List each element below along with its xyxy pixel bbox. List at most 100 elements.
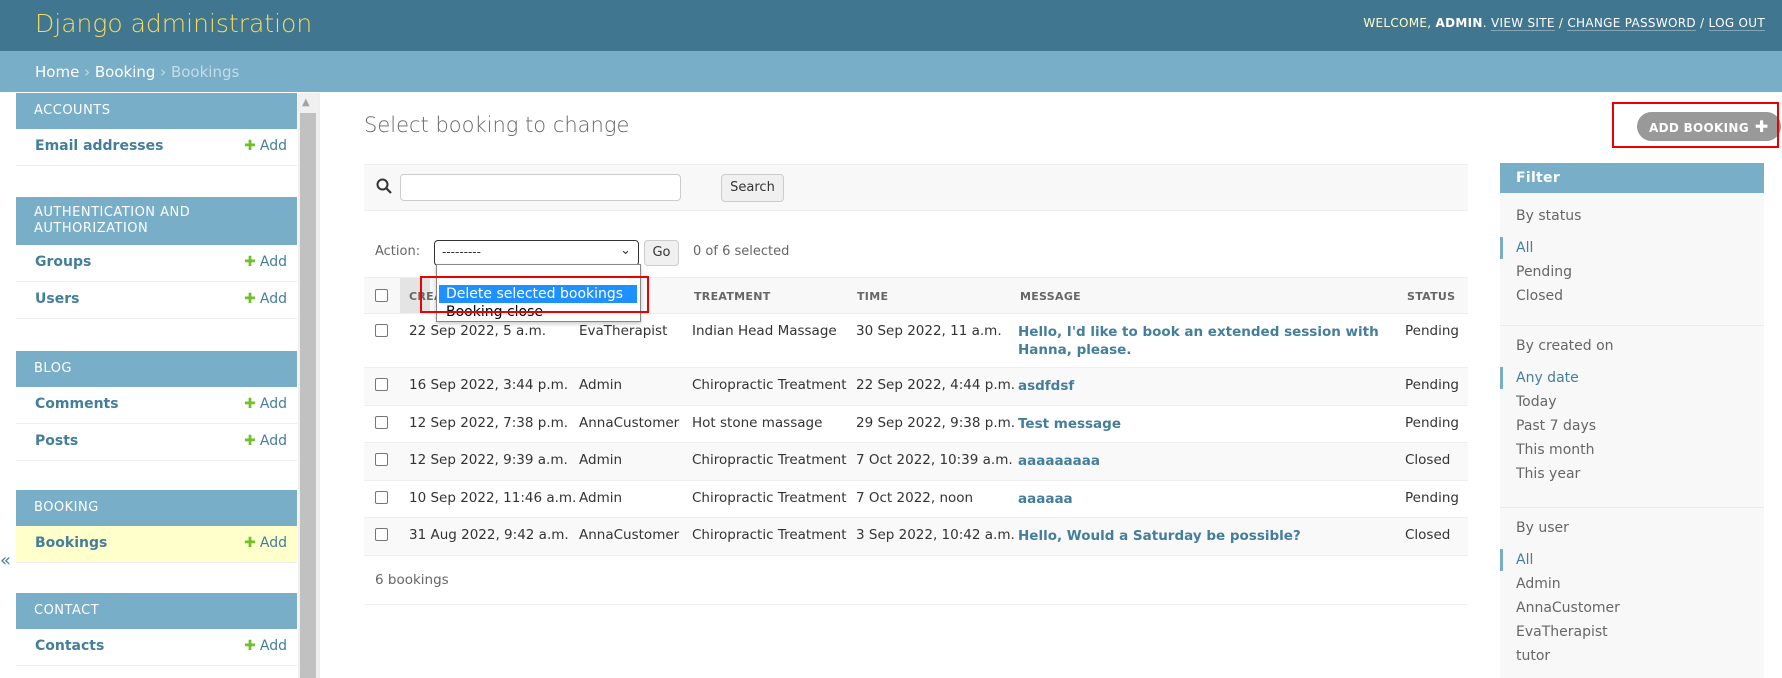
nav-sidebar: Accounts Email addresses ✚ Add Authentica…	[16, 93, 297, 678]
message-link[interactable]: Hello, Would a Saturday be possible?	[1018, 528, 1301, 544]
sidebar-scrollbar[interactable]: ▲	[298, 93, 318, 678]
model-link[interactable]: Users	[35, 291, 79, 307]
table-row: 10 Sep 2022, 11:46 a.m. Admin Chiropract…	[364, 481, 1468, 518]
module-blog: Blog Comments ✚ Add Posts ✚ Add	[16, 351, 297, 461]
module-caption[interactable]: Accounts	[16, 93, 297, 129]
model-link[interactable]: Email addresses	[35, 138, 163, 154]
breadcrumb-separator: ›	[160, 63, 167, 81]
filter-option[interactable]: Pending	[1516, 264, 1572, 280]
toggle-nav-sidebar[interactable]: «	[0, 550, 11, 571]
cell-treatment: Indian Head Massage	[692, 323, 837, 339]
column-header-message[interactable]: Message	[1020, 290, 1081, 303]
view-site-link[interactable]: View site	[1490, 16, 1555, 31]
action-select[interactable]: --------- ⌄	[434, 240, 639, 266]
sidebar-item-contacts: Contacts ✚ Add	[16, 629, 297, 666]
filter-section-status: By status All Pending Closed	[1499, 193, 1764, 326]
filter-option[interactable]: This year	[1516, 466, 1580, 482]
cell-user: EvaTherapist	[579, 323, 668, 339]
module-booking: Booking Bookings ✚ Add	[16, 490, 297, 563]
select-all-checkbox[interactable]	[375, 289, 388, 302]
filter-option[interactable]: Today	[1516, 394, 1557, 410]
sidebar-item-bookings: Bookings ✚ Add	[16, 526, 297, 563]
add-link[interactable]: ✚ Add	[244, 396, 287, 412]
filter-option[interactable]: tutor	[1516, 648, 1550, 664]
add-link[interactable]: ✚ Add	[244, 138, 287, 154]
row-checkbox[interactable]	[375, 378, 388, 391]
add-label: Add	[259, 291, 287, 307]
message-link[interactable]: aaaaaaaaa	[1018, 453, 1100, 469]
cell-time: 29 Sep 2022, 9:38 p.m.	[856, 415, 1016, 431]
module-contact: Contact Contacts ✚ Add	[16, 593, 297, 666]
column-header-treatment[interactable]: Treatment	[694, 290, 771, 303]
cell-created: 10 Sep 2022, 11:46 a.m.	[409, 490, 577, 506]
sidebar-item-users: Users ✚ Add	[16, 282, 297, 319]
cell-user: Admin	[579, 377, 623, 393]
add-link[interactable]: ✚ Add	[244, 535, 287, 551]
filter-option[interactable]: This month	[1516, 442, 1595, 458]
plus-icon: ✚	[244, 535, 256, 551]
column-header-status[interactable]: Status	[1407, 290, 1455, 303]
row-checkbox[interactable]	[375, 491, 388, 504]
module-caption[interactable]: Authentication and Authorization	[16, 197, 297, 245]
model-link[interactable]: Groups	[35, 254, 91, 270]
module-caption[interactable]: Blog	[16, 351, 297, 387]
filter-option[interactable]: All	[1499, 237, 1533, 259]
model-link[interactable]: Comments	[35, 396, 119, 412]
cell-created: 16 Sep 2022, 3:44 p.m.	[409, 377, 569, 393]
filter-option[interactable]: Closed	[1516, 288, 1563, 304]
row-checkbox[interactable]	[375, 324, 388, 337]
row-checkbox[interactable]	[375, 528, 388, 541]
filter-option[interactable]: EvaTherapist	[1516, 624, 1608, 640]
add-label: Add	[259, 433, 287, 449]
sidebar-item-posts: Posts ✚ Add	[16, 424, 297, 461]
model-link[interactable]: Contacts	[35, 638, 104, 654]
scroll-up-icon[interactable]: ▲	[302, 97, 310, 108]
filter-heading: By status	[1516, 208, 1582, 224]
cell-treatment: Hot stone massage	[692, 415, 823, 431]
filter-panel: Filter By status All Pending Closed By c…	[1499, 163, 1764, 678]
search-button[interactable]: Search	[721, 174, 784, 202]
change-password-link[interactable]: Change password	[1567, 16, 1696, 31]
table-row: 12 Sep 2022, 7:38 p.m. AnnaCustomer Hot …	[364, 406, 1468, 443]
message-link[interactable]: aaaaaa	[1018, 491, 1073, 507]
model-link[interactable]: Posts	[35, 433, 78, 449]
cell-time: 7 Oct 2022, 10:39 a.m.	[856, 452, 1013, 468]
row-checkbox[interactable]	[375, 453, 388, 466]
filter-option[interactable]: Admin	[1516, 576, 1561, 592]
search-input[interactable]	[400, 174, 681, 201]
sidebar-item-email-addresses: Email addresses ✚ Add	[16, 129, 297, 166]
module-caption[interactable]: Booking	[16, 490, 297, 526]
filter-option[interactable]: AnnaCustomer	[1516, 600, 1620, 616]
filter-option[interactable]: Past 7 days	[1516, 418, 1596, 434]
search-icon	[376, 178, 392, 194]
model-link[interactable]: Bookings	[35, 535, 107, 551]
message-link[interactable]: asdfdsf	[1018, 378, 1074, 394]
message-link[interactable]: Hello, I'd like to book an extended sess…	[1018, 324, 1379, 358]
cell-time: 7 Oct 2022, noon	[856, 490, 974, 506]
filter-option[interactable]: All	[1499, 549, 1533, 571]
filter-option[interactable]: Any date	[1500, 367, 1579, 389]
plus-icon: ✚	[244, 291, 256, 307]
add-link[interactable]: ✚ Add	[244, 254, 287, 270]
log-out-link[interactable]: Log out	[1708, 16, 1765, 31]
module-caption[interactable]: Contact	[16, 593, 297, 629]
scrollbar-thumb[interactable]	[300, 113, 316, 678]
site-branding[interactable]: Django administration	[35, 9, 312, 38]
highlight-box	[420, 276, 649, 313]
go-button[interactable]: Go	[644, 240, 679, 266]
message-link[interactable]: Test message	[1018, 416, 1121, 432]
add-label: Add	[259, 638, 287, 654]
column-header-time[interactable]: Time	[857, 290, 888, 303]
cell-treatment: Chiropractic Treatment	[692, 452, 847, 468]
add-link[interactable]: ✚ Add	[244, 433, 287, 449]
cell-time: 3 Sep 2022, 10:42 a.m.	[856, 527, 1015, 543]
sidebar-item-comments: Comments ✚ Add	[16, 387, 297, 424]
row-checkbox[interactable]	[375, 416, 388, 429]
table-row: 31 Aug 2022, 9:42 a.m. AnnaCustomer Chir…	[364, 518, 1468, 556]
add-link[interactable]: ✚ Add	[244, 291, 287, 307]
breadcrumb-booking[interactable]: Booking	[95, 63, 156, 81]
breadcrumb-home[interactable]: Home	[35, 63, 79, 81]
selected-count: 0 of 6 selected	[693, 244, 790, 259]
add-link[interactable]: ✚ Add	[244, 638, 287, 654]
action-select-value: ---------	[442, 245, 481, 259]
